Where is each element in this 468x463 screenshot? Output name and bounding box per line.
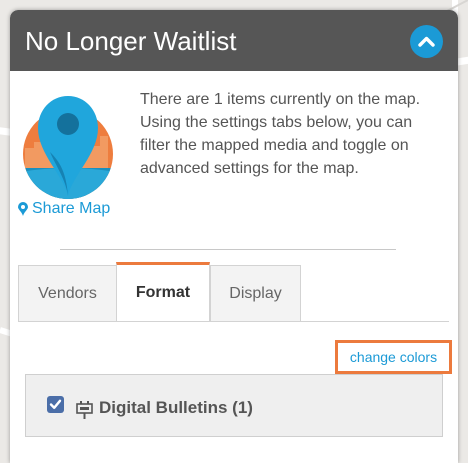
digital-bulletins-label: Digital Bulletins (1) [99,398,253,417]
panel-header: No Longer Waitlist [10,10,458,71]
billboard-icon [76,401,93,419]
map-marker-icon [18,202,28,216]
tab-format[interactable]: Format [116,262,210,322]
digital-bulletins-checkbox[interactable] [47,396,64,413]
map-info-panel: No Longer Waitlist Share Map There are 1… [10,10,458,463]
map-logo-icon [23,96,113,199]
checkmark-icon [49,399,62,409]
panel-title: No Longer Waitlist [25,26,237,56]
chevron-up-icon [418,36,435,47]
share-map-link[interactable]: Share Map [18,199,110,219]
divider [60,249,396,250]
tab-vendors[interactable]: Vendors [18,265,117,321]
share-map-label: Share Map [32,200,111,217]
media-type-list: Digital Bulletins (1) [25,374,443,437]
tab-display[interactable]: Display [210,265,301,321]
tabs-baseline [18,321,449,322]
change-colors-link[interactable]: change colors [335,340,452,374]
map-description: There are 1 items currently on the map. … [140,91,421,177]
collapse-button[interactable] [410,25,443,58]
